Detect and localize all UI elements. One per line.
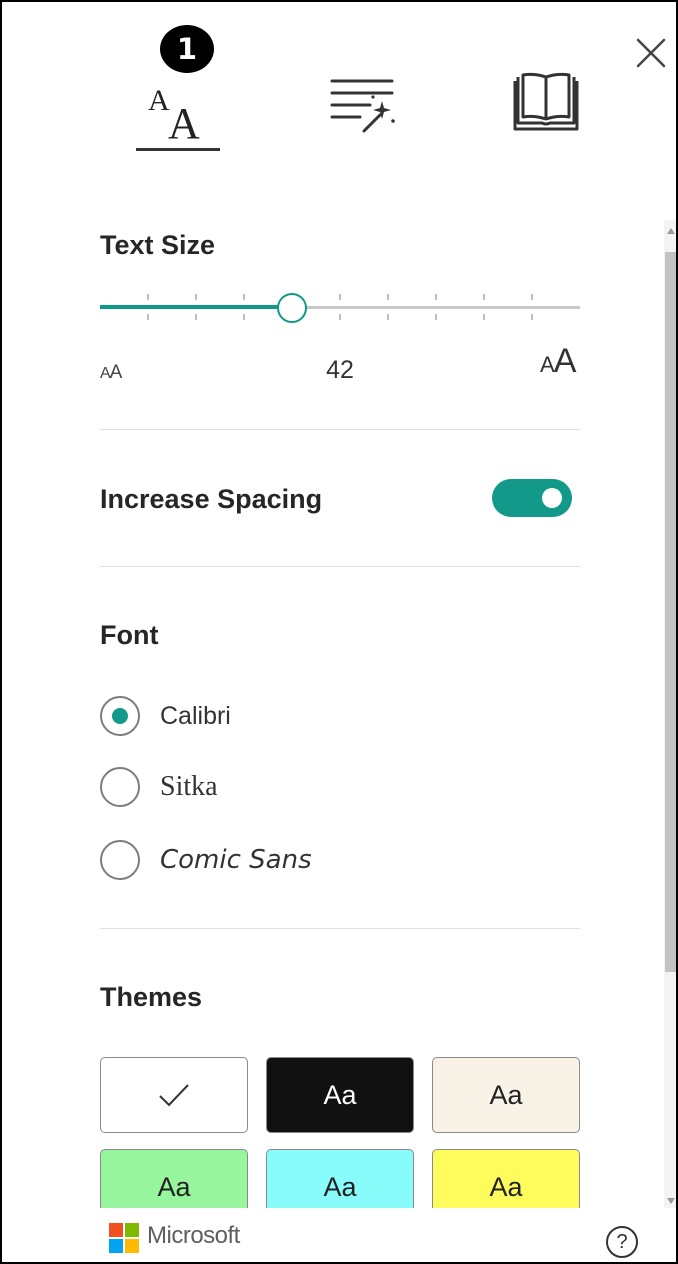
checkmark-icon [159, 1084, 189, 1107]
slider-tick [531, 294, 533, 320]
slider-tick [243, 294, 245, 320]
step-badge-number: 1 [176, 32, 198, 66]
grammar-magic-icon [330, 79, 395, 133]
close-button[interactable] [630, 32, 672, 74]
scroll-up-arrow-icon[interactable] [667, 228, 675, 234]
svg-text:A: A [168, 99, 200, 142]
help-button[interactable]: ? [606, 1226, 638, 1258]
font-option-label: Calibri [160, 701, 231, 730]
close-icon [636, 38, 666, 68]
radio-button[interactable] [100, 767, 140, 807]
step-badge: 1 [160, 25, 214, 73]
scroll-down-arrow-icon[interactable] [667, 1198, 675, 1204]
divider [100, 429, 580, 430]
font-option-sitka[interactable]: Sitka [100, 767, 218, 807]
book-icon [513, 72, 579, 131]
divider [100, 566, 580, 567]
radio-button[interactable] [100, 840, 140, 880]
theme-white-swatch[interactable] [100, 1057, 248, 1133]
divider [100, 928, 580, 929]
theme-cream-swatch[interactable]: Aa [432, 1057, 580, 1133]
text-size-decrease-icon: AA [100, 362, 122, 383]
text-size-icon: A A [148, 84, 200, 142]
tab-grammar-options[interactable] [324, 72, 400, 136]
font-option-label: Sitka [160, 771, 218, 802]
radio-button[interactable] [100, 696, 140, 736]
tab-text-options[interactable]: A A [136, 68, 222, 154]
slider-tick [147, 294, 149, 320]
text-size-value: 42 [326, 356, 354, 384]
tab-reading-preferences[interactable] [510, 66, 582, 138]
font-option-calibri[interactable]: Calibri [100, 696, 231, 736]
theme-cyan-swatch[interactable]: Aa [266, 1149, 414, 1208]
help-icon: ? [616, 1230, 628, 1253]
slider-thumb[interactable] [277, 293, 307, 323]
microsoft-logo-icon [109, 1223, 139, 1253]
text-size-slider[interactable] [100, 290, 580, 326]
increase-spacing-toggle[interactable] [492, 479, 572, 517]
svg-text:A: A [148, 84, 170, 117]
toggle-knob [542, 488, 562, 508]
text-size-heading: Text Size [100, 230, 216, 260]
theme-black-swatch[interactable]: Aa [266, 1057, 414, 1133]
scrollbar-thumb[interactable] [665, 252, 676, 972]
theme-green-swatch[interactable]: Aa [100, 1149, 248, 1208]
font-option-comic-sans[interactable]: Comic Sans [100, 840, 312, 880]
themes-grid: Aa Aa Aa Aa Aa [2, 1032, 662, 1208]
slider-tick [435, 294, 437, 320]
font-option-label: Comic Sans [160, 845, 312, 875]
slider-tick [483, 294, 485, 320]
text-size-increase-icon: AA [540, 342, 576, 380]
tab-selected-indicator [136, 148, 220, 151]
slider-tick [195, 294, 197, 320]
theme-yellow-swatch[interactable]: Aa [432, 1149, 580, 1208]
font-heading: Font [100, 620, 159, 650]
scrollbar[interactable] [664, 220, 676, 1208]
themes-heading: Themes [100, 982, 203, 1012]
immersive-reader-panel: 1 A A Text Size AA 42 AA Increase Spacin… [0, 0, 678, 1264]
slider-tick [339, 294, 341, 320]
slider-tick [387, 294, 389, 320]
microsoft-brand-text: Microsoft [147, 1222, 240, 1249]
increase-spacing-label: Increase Spacing [100, 484, 323, 514]
